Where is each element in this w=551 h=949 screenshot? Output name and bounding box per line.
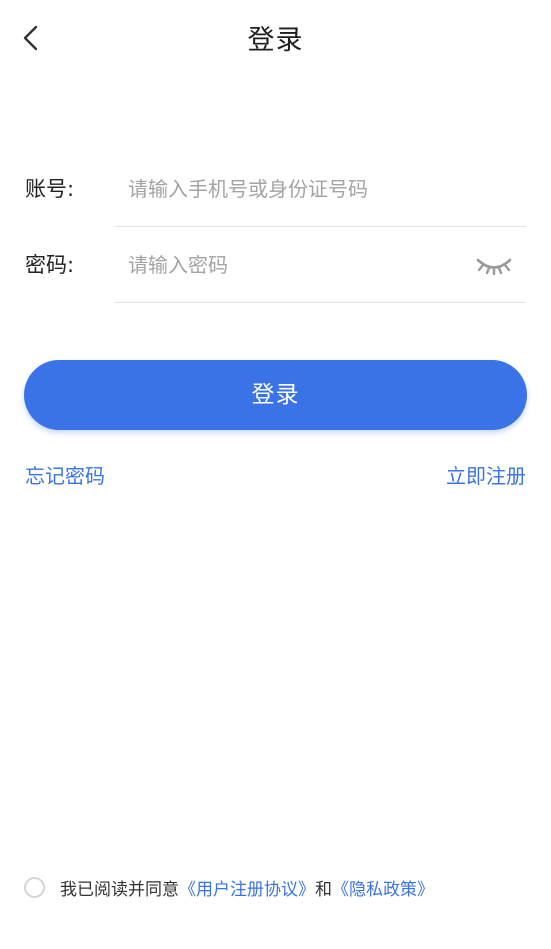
agreement-checkbox[interactable] <box>24 876 45 898</box>
login-button[interactable]: 登录 <box>24 360 527 430</box>
password-row: 密码: <box>0 227 551 303</box>
password-divider <box>115 302 526 303</box>
password-input[interactable] <box>115 243 465 287</box>
account-row: 账号: <box>0 151 551 227</box>
privacy-policy-link[interactable]: 《隐私政策》 <box>332 875 434 900</box>
page-title: 登录 <box>247 25 304 56</box>
header: 登录 <box>0 0 551 82</box>
agreement-conjunction: 和 <box>315 879 332 900</box>
user-agreement-link[interactable]: 《用户注册协议》 <box>179 875 315 900</box>
eye-closed-icon <box>476 258 512 276</box>
account-label: 账号: <box>25 177 75 201</box>
agreement-row: 我已阅读并同意 《用户注册协议》 和 《隐私政策》 <box>24 873 434 901</box>
password-label: 密码: <box>25 253 75 277</box>
register-link[interactable]: 立即注册 <box>446 462 526 490</box>
login-page: 登录 账号: 密码: 登录 忘记密码 立即注册 我已阅读并同意 《用户注册协议》… <box>0 0 551 949</box>
password-visibility-toggle[interactable] <box>474 251 514 279</box>
forgot-password-link[interactable]: 忘记密码 <box>25 462 105 490</box>
agreement-prefix: 我已阅读并同意 <box>60 879 179 900</box>
account-input[interactable] <box>115 167 465 211</box>
